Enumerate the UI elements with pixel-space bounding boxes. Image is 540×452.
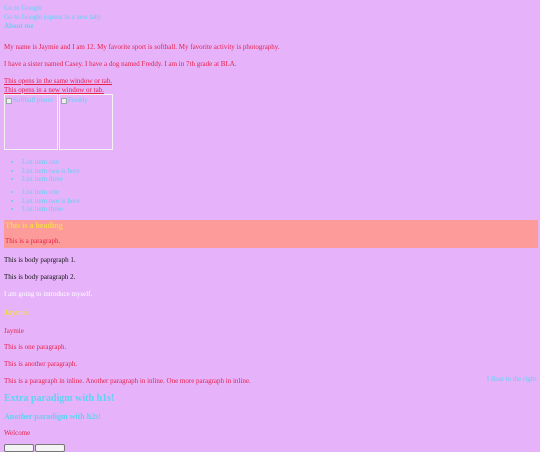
inline-paragraphs: This is a paragraph in inline. Another p… (4, 376, 251, 385)
one-paragraph: This is one paragraph. (4, 343, 67, 352)
broken-image-icon (6, 97, 12, 104)
new-window-link[interactable]: This opens in a new window or tab. (4, 86, 536, 95)
button-2[interactable] (35, 443, 65, 452)
list-item: List item three (22, 175, 536, 183)
same-window-link[interactable]: This opens in the same window or tab. (4, 77, 536, 86)
google-new-tab-link[interactable]: Go to Google (opens in a new tab) (4, 13, 536, 22)
heading-banner: This is a heading This is a paragraph. (4, 219, 538, 249)
list-first: List item one List item two is here List… (4, 158, 536, 183)
big-heading: Extra paradigm with h1s! (4, 392, 115, 404)
page-title: About me (4, 21, 34, 30)
welcome-text: Welcome (4, 429, 31, 438)
inline-row: This is a paragraph in inline. Another p… (4, 374, 538, 386)
page: Go to Google Go to Google (opens in a ne… (0, 0, 540, 452)
list-item: List item one (22, 158, 536, 166)
list-item: List item one (22, 188, 536, 196)
another-paragraph: This is another paragraph. (4, 360, 78, 369)
list-item: List item three (22, 205, 536, 213)
medium-heading: Another paradigm with h2s! (4, 412, 101, 422)
button-1[interactable] (4, 443, 34, 452)
google-link[interactable]: Go to Google (4, 4, 536, 13)
broken-image-icon (61, 97, 67, 104)
intro-paragraph-2: I have a sister named Casey. I have a do… (4, 60, 237, 68)
banner-heading: This is a heading (5, 220, 63, 230)
image-alt-text: Freddy (68, 96, 88, 105)
gallery-image-2[interactable]: Freddy (59, 94, 113, 151)
name-heading: Jaymie (4, 307, 29, 317)
list-item: List item two is here (22, 167, 536, 175)
body-paragraph-2: This is body paragraph 2. (4, 273, 76, 282)
list-item: List item two is here (22, 197, 536, 205)
intro-paragraph-1: My name is Jaymie and I am 12. My favori… (4, 43, 280, 52)
button-row (4, 443, 536, 452)
image-gallery: Softball photo Freddy (4, 94, 536, 151)
name-text: Jaymie (4, 326, 24, 335)
banner-paragraph: This is a paragraph. (5, 236, 61, 245)
list-second: List item one List item two is here List… (4, 188, 536, 213)
float-right-text: I float to the right. (486, 374, 538, 383)
body-paragraph-1: This is body paprgraph 1. (4, 256, 76, 265)
image-alt-text: Softball photo (13, 96, 53, 105)
introduce-text: I am going to introduce myself. (4, 289, 93, 298)
gallery-image-1[interactable]: Softball photo (4, 94, 58, 151)
